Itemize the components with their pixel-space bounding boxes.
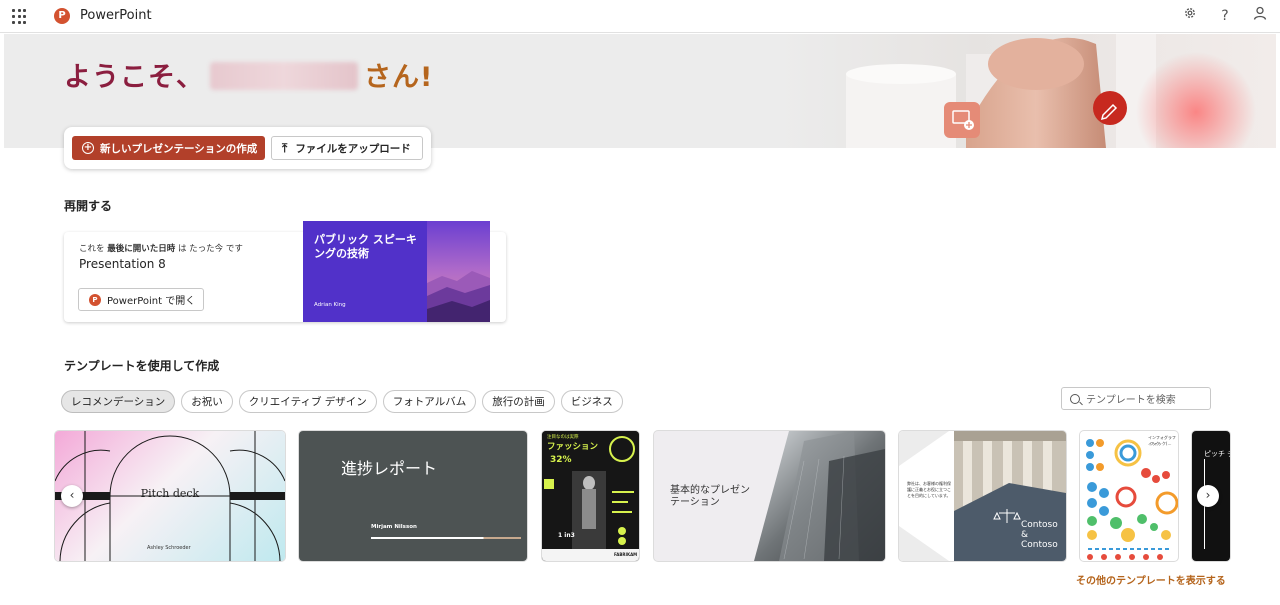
contoso-title: Contoso & Contoso <box>1021 520 1058 550</box>
thumbnail-title: パブリック スピーキングの技術 <box>314 233 417 260</box>
progress-report-line <box>371 537 521 539</box>
filter-creative-design[interactable]: クリエイティブ デザイン <box>238 390 377 413</box>
open-in-powerpoint-label: PowerPoint で開く <box>107 296 196 307</box>
user-name-blurred <box>210 62 358 90</box>
filter-recommended[interactable]: レコメンデーション <box>61 390 176 413</box>
infographic-shapes <box>1086 439 1178 560</box>
plus-circle-icon: + <box>82 142 94 154</box>
pitch-deck-author: Ashley Schroeder <box>147 545 191 551</box>
welcome-suffix: さん! <box>364 62 434 93</box>
pitch-dark-title: ピッチ デ <box>1204 450 1230 458</box>
account-icon[interactable] <box>1250 6 1270 26</box>
top-bar: P PowerPoint ? <box>0 0 1280 33</box>
template-infographic[interactable]: インフォグラフィック フィック(… <box>1080 431 1178 561</box>
template-contoso[interactable]: 弊社は、お客様の権利保護に正義とお役に立つことを目的にしています。 Contos… <box>899 431 1066 561</box>
search-icon <box>1070 393 1080 404</box>
last-opened-text: これを 最後に開いた日時 は たった今 です <box>79 244 243 254</box>
new-presentation-button[interactable]: + 新しいプレゼンテーションの作成 <box>72 136 265 160</box>
contoso-body: 弊社は、お客様の権利保護に正義とお役に立つことを目的にしています。 <box>907 481 951 498</box>
fashion-sub: 1 in3 <box>558 532 575 539</box>
chevron-right-icon: › <box>1205 488 1211 502</box>
powerpoint-mini-icon: P <box>89 293 101 306</box>
recent-file-thumbnail[interactable]: パブリック スピーキングの技術 Adrian King <box>303 221 490 322</box>
gear-icon[interactable] <box>1180 6 1200 26</box>
template-filters: レコメンデーション お祝い クリエイティブ デザイン フォトアルバム 旅行の計画… <box>61 390 623 413</box>
powerpoint-logo-icon: P <box>54 8 70 24</box>
basic-presentation-title: 基本的なプレゼンテーション <box>670 485 750 508</box>
help-icon[interactable]: ? <box>1215 6 1235 26</box>
carousel-next-button[interactable]: › <box>1197 485 1219 507</box>
template-fashion-infographic[interactable]: 注目なのは実際 ファッション 32% 1 in3 FABRIKAM <box>542 431 639 561</box>
new-presentation-label: 新しいプレゼンテーションの作成 <box>100 142 258 155</box>
hero-illustration <box>776 34 1276 148</box>
resume-section-title: 再開する <box>64 199 113 213</box>
welcome-heading: ようこそ、 さん! <box>64 55 433 94</box>
filter-business[interactable]: ビジネス <box>560 390 623 413</box>
recent-file-name[interactable]: Presentation 8 <box>79 257 166 271</box>
open-in-powerpoint-button[interactable]: P PowerPoint で開く <box>78 288 204 311</box>
carousel-previous-button[interactable]: ‹ <box>61 485 83 507</box>
upload-file-label: ファイルをアップロード <box>295 142 411 155</box>
template-search-placeholder: テンプレートを検索 <box>1086 395 1176 406</box>
app-name[interactable]: PowerPoint <box>80 8 152 23</box>
fashion-brand: FABRIKAM <box>614 552 638 557</box>
progress-report-author: Mirjam Nilsson <box>371 524 417 530</box>
upload-file-button[interactable]: ⤒ ファイルをアップロード <box>271 136 423 160</box>
progress-report-title: 進捗レポート <box>341 459 438 478</box>
more-templates-link[interactable]: その他のテンプレートを表示する <box>1076 572 1226 587</box>
template-basic-presentation[interactable]: 基本的なプレゼンテーション <box>654 431 885 561</box>
templates-section-title: テンプレートを使用して作成 <box>64 359 220 373</box>
infographic-subtitle: フィック(… <box>1150 441 1172 446</box>
chevron-left-icon: ‹ <box>69 488 75 502</box>
app-launcher-icon[interactable] <box>12 9 28 25</box>
fashion-title: ファッション <box>547 442 599 452</box>
mountain-image <box>427 221 490 322</box>
pitch-deck-title: Pitch deck <box>140 487 200 500</box>
template-search-input[interactable]: テンプレートを検索 <box>1061 387 1211 410</box>
quick-actions: + 新しいプレゼンテーションの作成 ⤒ ファイルをアップロード <box>64 127 431 169</box>
template-pitch-deck[interactable]: Pitch deck Ashley Schroeder <box>55 431 285 561</box>
fashion-stat: 32% <box>550 455 572 465</box>
thumbnail-author: Adrian King <box>314 302 346 308</box>
template-progress-report[interactable]: 進捗レポート Mirjam Nilsson <box>299 431 527 561</box>
upload-arrow-icon: ⤒ <box>282 140 288 155</box>
welcome-prefix: ようこそ、 <box>64 62 204 93</box>
filter-celebration[interactable]: お祝い <box>181 390 233 413</box>
filter-photo-album[interactable]: フォトアルバム <box>382 390 477 413</box>
filter-travel-planning[interactable]: 旅行の計画 <box>482 390 555 413</box>
